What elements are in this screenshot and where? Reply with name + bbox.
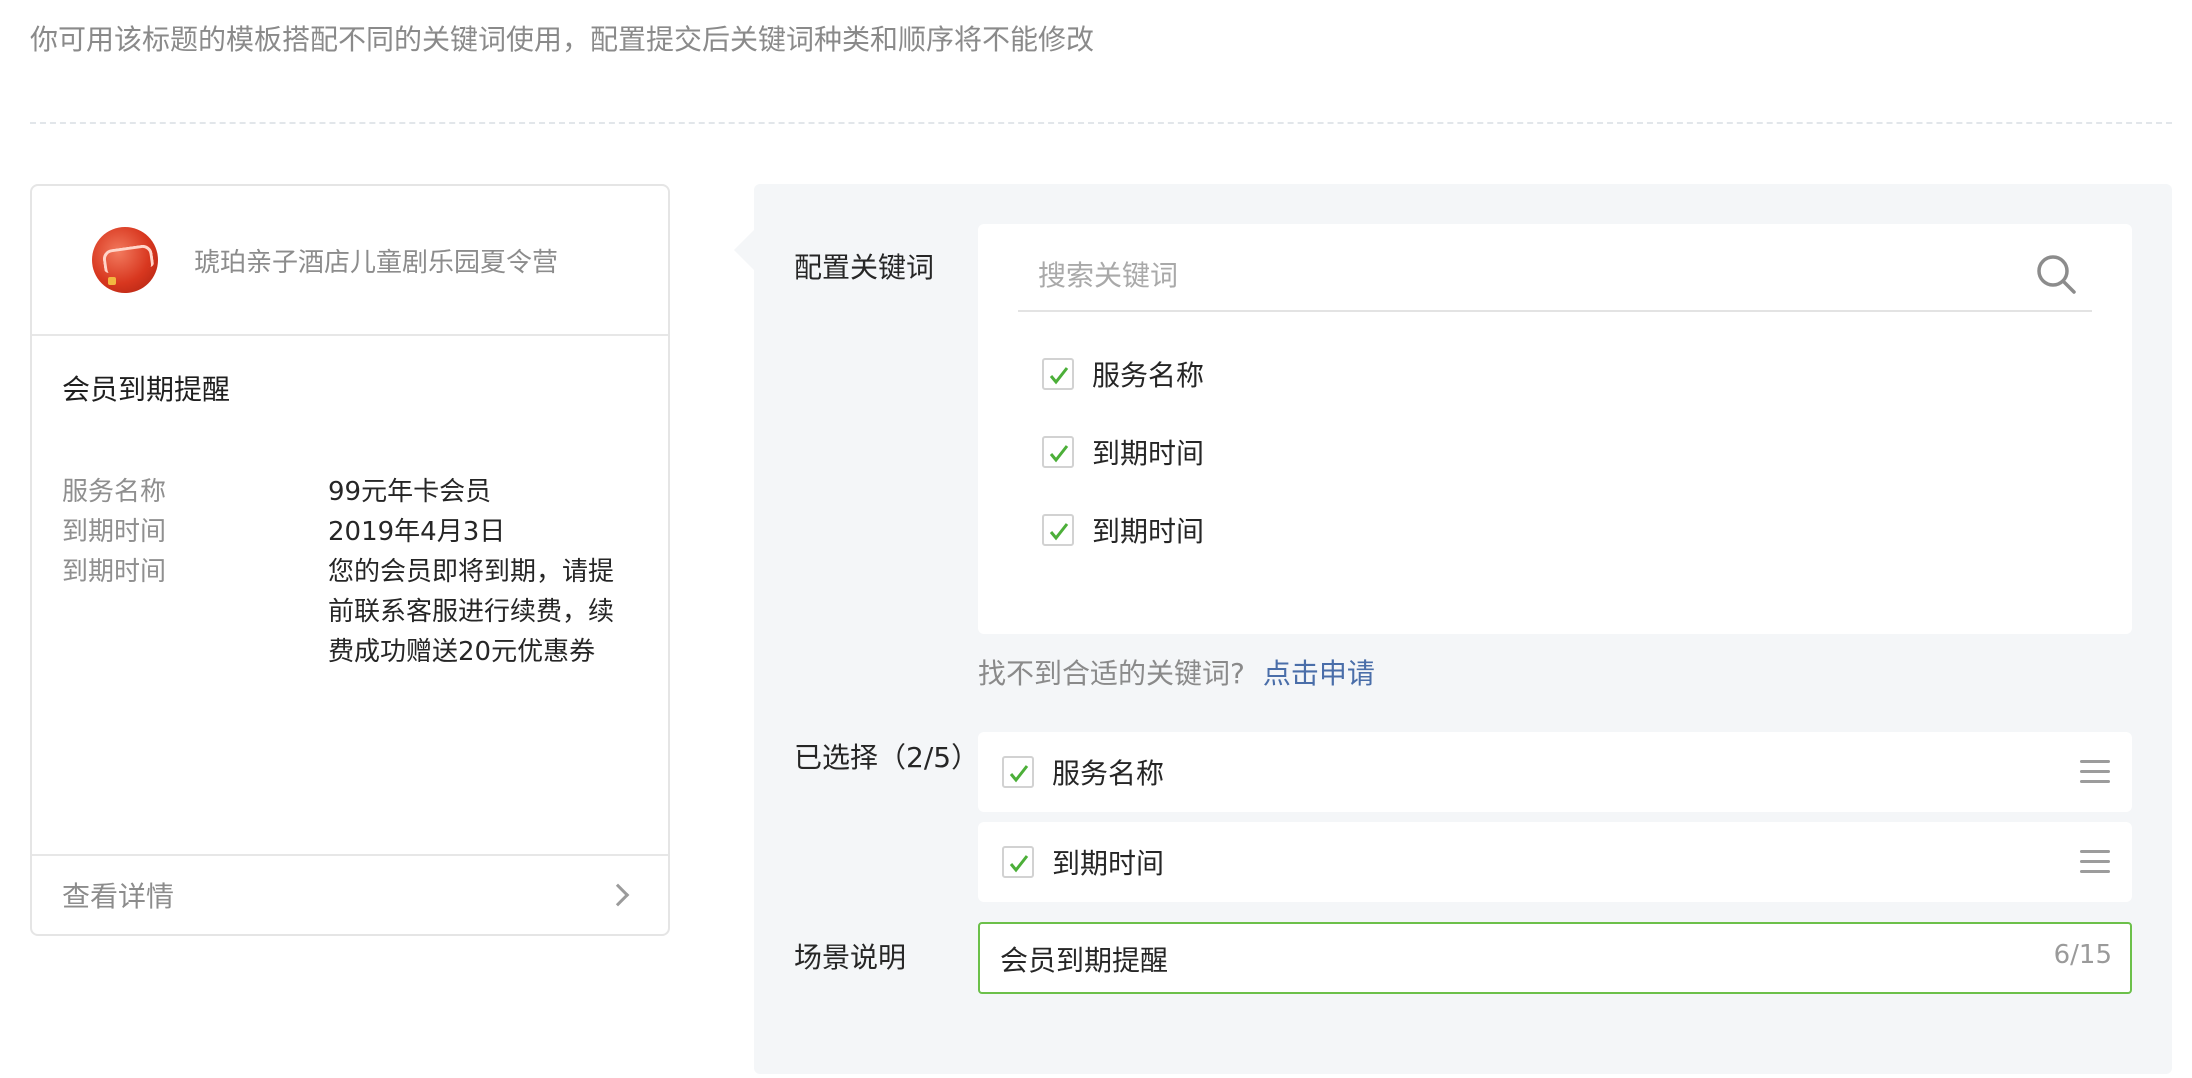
keyword-option[interactable]: 服务名称 [1042,354,1204,394]
checkmark-icon [1049,523,1069,541]
preview-field-row: 到期时间 2019年4月3日 [62,512,638,552]
keyword-picker: 服务名称 到期时间 到期时间 [978,224,2132,634]
selected-keyword-label: 到期时间 [1052,847,1165,880]
scene-description-field: 6/15 [978,922,2132,994]
account-name: 琥珀亲子酒店儿童剧乐园夏令营 [194,247,559,278]
chevron-right-icon [606,883,630,907]
selected-keyword-item[interactable]: 到期时间 [978,822,2132,902]
char-counter: 6/15 [2053,940,2112,970]
drag-handle-icon[interactable] [2080,760,2110,784]
selected-label: 已选择（2/5） [794,741,980,774]
template-title: 会员到期提醒 [62,373,231,406]
apply-keyword-line: 找不到合适的关键词? 点击申请 [978,654,1375,694]
selected-keyword-item[interactable]: 服务名称 [978,732,2132,812]
checkbox[interactable] [1042,436,1074,468]
field-key: 到期时间 [62,557,167,587]
selected-keyword-label: 服务名称 [1052,757,1165,790]
preview-field-row: 服务名称 99元年卡会员 [62,472,638,512]
field-value: 99元年卡会员 [328,477,492,507]
panel-pointer [734,230,754,270]
apply-link[interactable]: 点击申请 [1263,657,1375,690]
checkbox[interactable] [1042,514,1074,546]
keyword-option-label: 到期时间 [1092,515,1205,548]
checkmark-icon [1009,855,1029,873]
preview-field-row: 到期时间 您的会员即将到期，请提前联系客服进行续费，续费成功赠送20元优惠券 [62,552,638,672]
dashed-divider [30,122,2172,124]
keyword-config-panel: 配置关键词 服务名称 到期时间 [754,184,2172,1074]
preview-card-header: 琥珀亲子酒店儿童剧乐园夏令营 [32,186,668,336]
keyword-option-label: 到期时间 [1092,437,1205,470]
checkbox[interactable] [1042,358,1074,390]
drag-handle-icon[interactable] [2080,850,2110,874]
checkmark-icon [1009,765,1029,783]
keyword-option-label: 服务名称 [1092,359,1205,392]
field-value: 2019年4月3日 [328,517,506,547]
view-details-label: 查看详情 [62,880,175,913]
checkmark-icon [1049,367,1069,385]
scene-label: 场景说明 [794,941,907,974]
search-icon[interactable] [2034,252,2078,296]
checkmark-icon [1049,445,1069,463]
checkbox[interactable] [1002,846,1034,878]
scene-description-input[interactable] [1000,934,2000,984]
field-key: 服务名称 [62,477,167,507]
view-details-link[interactable]: 查看详情 [32,854,668,934]
template-config-page: 你可用该标题的模板搭配不同的关键词使用，配置提交后关键词种类和顺序将不能修改 琥… [0,0,2192,1078]
keyword-search [1018,236,2092,312]
preview-card-body: 会员到期提醒 服务名称 99元年卡会员 到期时间 2019年4月3日 到期时间 … [32,370,668,672]
keyword-option[interactable]: 到期时间 [1042,432,1204,472]
not-found-text: 找不到合适的关键词? [978,657,1245,690]
field-value: 您的会员即将到期，请提前联系客服进行续费，续费成功赠送20元优惠券 [328,557,615,667]
keywords-label: 配置关键词 [794,251,935,284]
keyword-search-input[interactable] [1038,250,2018,300]
keyword-option[interactable]: 到期时间 [1042,510,1204,550]
field-key: 到期时间 [62,517,167,547]
template-preview-card: 琥珀亲子酒店儿童剧乐园夏令营 会员到期提醒 服务名称 99元年卡会员 到期时间 … [30,184,670,936]
account-avatar [92,227,158,293]
checkbox[interactable] [1002,756,1034,788]
preview-fields: 服务名称 99元年卡会员 到期时间 2019年4月3日 到期时间 您的会员即将到… [62,472,638,672]
config-hint-text: 你可用该标题的模板搭配不同的关键词使用，配置提交后关键词种类和顺序将不能修改 [30,23,1095,56]
